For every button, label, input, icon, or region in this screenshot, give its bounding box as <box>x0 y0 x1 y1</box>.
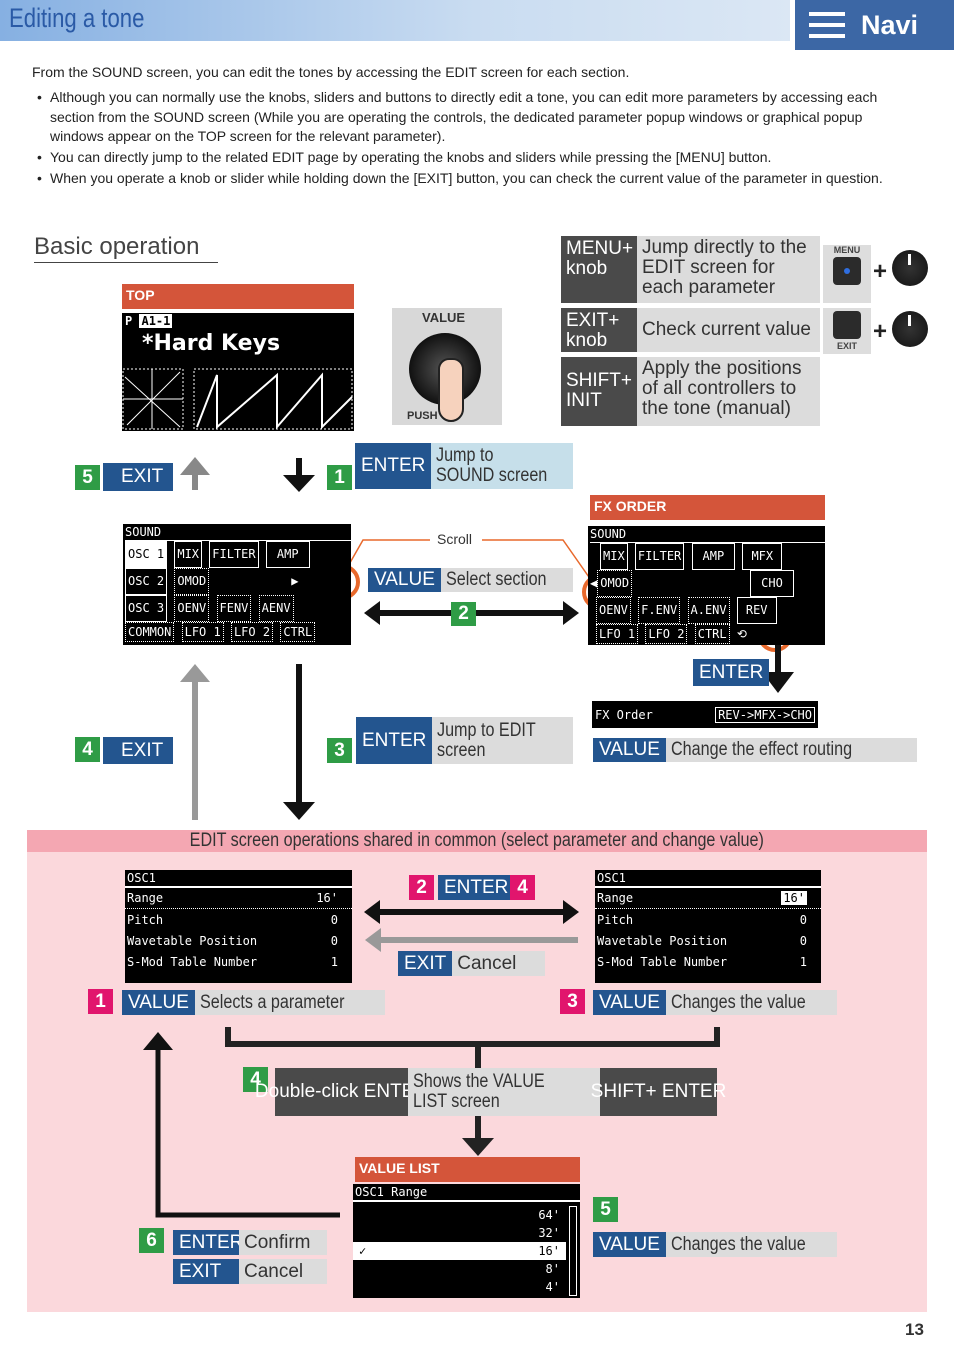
param-name: Range <box>127 891 164 905</box>
step-5-badge: 5 <box>593 1197 618 1222</box>
exit-key: EXIT <box>398 951 453 976</box>
value-list-screen: OSC1 Range 64' 32' ✓ 16' 8' 4' <box>353 1184 580 1298</box>
param-name: Range <box>597 891 634 905</box>
param-value: 16' <box>316 891 338 905</box>
value-list-label: VALUE LIST <box>355 1157 580 1182</box>
value-key: VALUE <box>593 1232 666 1257</box>
enter-key: ENTER <box>438 875 515 900</box>
desc: Cancel <box>239 1259 327 1284</box>
selected-value: 16' <box>538 1244 560 1258</box>
screen-title: OSC1 Range <box>353 1184 580 1202</box>
param-value: 1 <box>330 954 338 969</box>
value-key: VALUE <box>593 990 666 1015</box>
step-3-badge: 3 <box>560 989 585 1014</box>
desc: Changes the value <box>665 990 837 1015</box>
param-name: Pitch <box>127 912 164 927</box>
list-item[interactable]: 8' <box>353 1260 580 1278</box>
page-number: 13 <box>905 1320 924 1339</box>
exit-key: EXIT <box>173 1259 239 1284</box>
desc: Selects a parameter <box>194 990 385 1015</box>
param-value: 0 <box>330 912 338 927</box>
exit-cancel-label: EXIT Cancel <box>398 951 545 976</box>
value-key: VALUE <box>122 990 195 1015</box>
param-value: 0 <box>330 933 338 948</box>
enter-key: ENTER <box>173 1230 243 1255</box>
step-6-badge: 6 <box>139 1228 164 1253</box>
edit-arrows-overlay <box>143 886 808 1218</box>
value-selects-parameter-label: VALUE Selects a parameter <box>122 990 385 1015</box>
list-item[interactable]: 4' <box>353 1278 580 1296</box>
edit-screen-change: OSC1 Range 16' Pitch 0 Wavetable Position 0… <box>595 870 821 983</box>
value-changes-value-label: VALUE Changes the value <box>593 1232 837 1257</box>
step-1-badge: 1 <box>88 989 113 1014</box>
enter-confirm-label: ENTER Confirm <box>173 1230 327 1255</box>
list-item[interactable]: 32' <box>353 1224 580 1242</box>
step-2-badge: 2 <box>409 875 434 900</box>
scrollbar[interactable] <box>569 1206 577 1296</box>
param-value-editing: 16' <box>781 891 807 905</box>
value-changes-value-label: VALUE Changes the value <box>593 990 837 1015</box>
param-name: S-Mod Table Number <box>597 954 728 969</box>
screen-title: OSC1 <box>595 870 821 888</box>
desc: Confirm <box>239 1230 327 1255</box>
double-click-enter-key: Double-click ENTER <box>255 1068 428 1116</box>
param-value: 1 <box>799 954 807 969</box>
param-value: 0 <box>799 933 807 948</box>
edit-screen-select: OSC1 Range 16' Pitch 0 Wavetable Position 0… <box>125 870 352 983</box>
list-item[interactable]: 64' <box>353 1206 580 1224</box>
value-list-shortcut-label: Double-click ENTER Shows the VALUE LIST … <box>255 1068 726 1116</box>
param-value: 0 <box>799 912 807 927</box>
param-name: S-Mod Table Number <box>127 954 258 969</box>
desc: Cancel <box>452 951 545 976</box>
check-icon: ✓ <box>359 1244 367 1258</box>
desc: Changes the value <box>665 1232 837 1257</box>
exit-cancel-label: EXIT Cancel <box>173 1259 327 1284</box>
list-item-selected[interactable]: ✓ 16' <box>353 1242 566 1260</box>
param-name: Wavetable Position <box>597 933 728 948</box>
desc: Shows the VALUE LIST screen <box>408 1068 600 1116</box>
step-4-badge: 4 <box>510 875 535 900</box>
enter-label: ENTER <box>438 875 515 900</box>
screen-title: OSC1 <box>125 870 352 888</box>
param-name: Wavetable Position <box>127 933 258 948</box>
shift-enter-key: SHIFT+ ENTER <box>591 1068 726 1116</box>
param-name: Pitch <box>597 912 634 927</box>
